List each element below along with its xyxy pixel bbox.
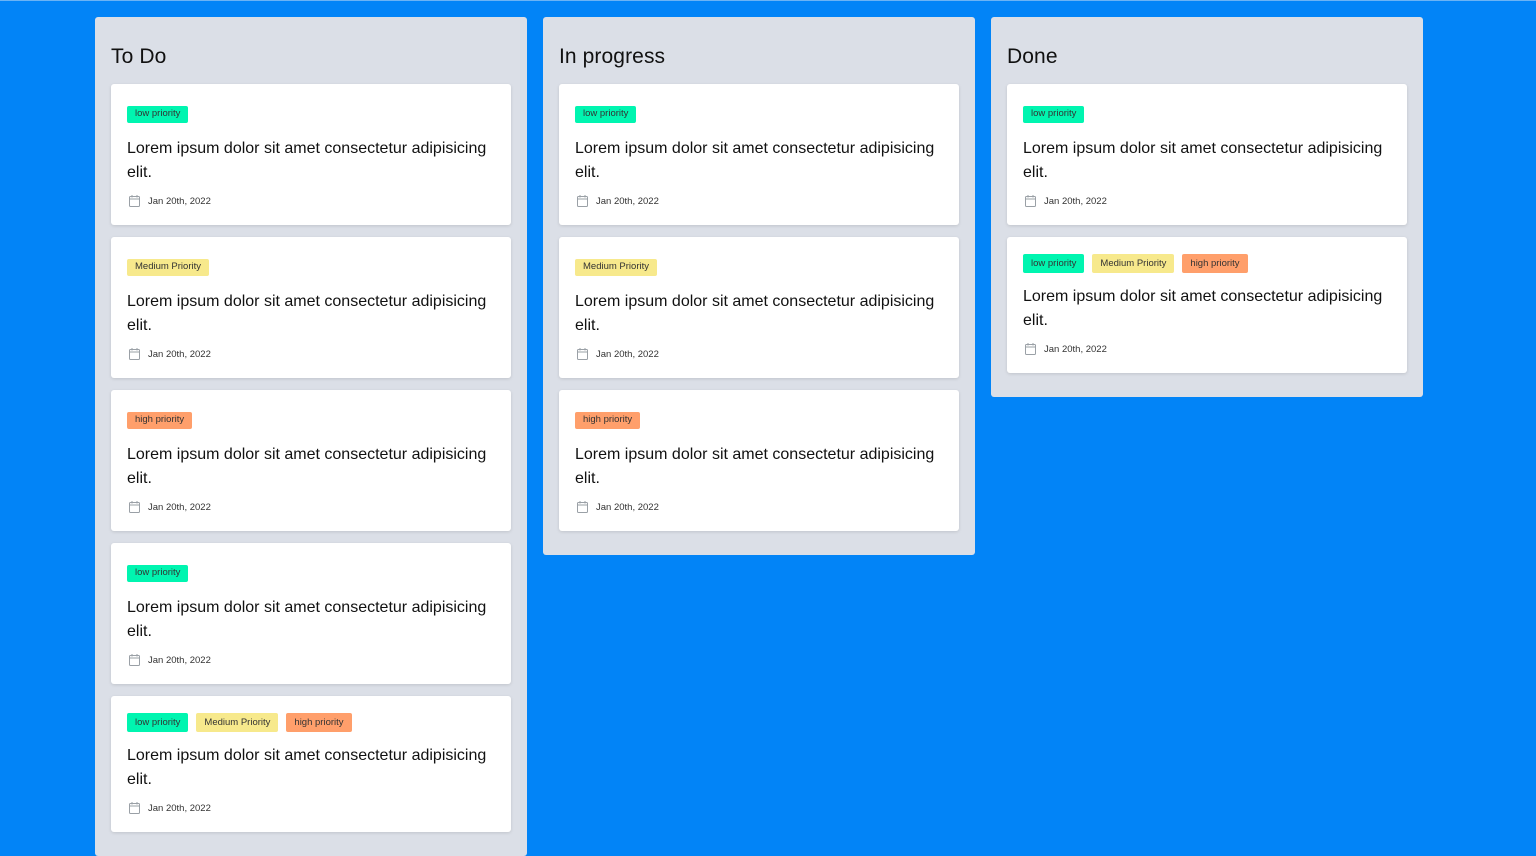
calendar-icon [129,195,140,207]
tag-list: high priority [127,412,495,429]
card-date: Jan 20th, 2022 [1023,341,1391,357]
tag-list: low priority [1023,106,1391,123]
date-label: Jan 20th, 2022 [596,501,659,513]
date-label: Jan 20th, 2022 [596,348,659,360]
priority-tag-high: high priority [575,412,641,429]
date-label: Jan 20th, 2022 [596,195,659,207]
card-date: Jan 20th, 2022 [575,499,943,515]
task-card[interactable]: high priority Lorem ipsum dolor sit amet… [111,390,511,531]
date-label: Jan 20th, 2022 [1044,343,1107,355]
card-text: Lorem ipsum dolor sit amet consectetur a… [127,140,487,181]
calendar-icon [1025,195,1036,207]
priority-tag-high: high priority [1182,254,1248,273]
calendar-icon [577,195,588,207]
task-card[interactable]: low priority Medium Priority high priori… [1007,237,1407,373]
card-date: Jan 20th, 2022 [127,652,495,668]
column-in-progress: In progress low priority Lorem ipsum dol… [543,17,975,555]
card-text: Lorem ipsum dolor sit amet consectetur a… [127,747,487,788]
top-border [0,0,1536,1]
priority-tag-low: low priority [1023,106,1085,123]
tag-list: low priority [127,106,495,123]
card-date: Jan 20th, 2022 [1023,193,1391,209]
date-label: Jan 20th, 2022 [148,501,211,513]
card-text: Lorem ipsum dolor sit amet consectetur a… [575,293,935,334]
task-card[interactable]: high priority Lorem ipsum dolor sit amet… [559,390,959,531]
task-card[interactable]: Medium Priority Lorem ipsum dolor sit am… [559,237,959,378]
date-label: Jan 20th, 2022 [148,802,211,814]
priority-tag-high: high priority [286,713,352,732]
date-label: Jan 20th, 2022 [148,654,211,666]
card-text: Lorem ipsum dolor sit amet consectetur a… [127,599,487,640]
priority-tag-medium: Medium Priority [196,713,279,732]
card-date: Jan 20th, 2022 [575,193,943,209]
calendar-icon [129,501,140,513]
card-text: Lorem ipsum dolor sit amet consectetur a… [1023,140,1383,181]
priority-tag-low: low priority [127,713,189,732]
card-date: Jan 20th, 2022 [127,346,495,362]
column-todo: To Do low priority Lorem ipsum dolor sit… [95,17,527,856]
column-title: In progress [559,45,666,68]
calendar-icon [129,348,140,360]
date-label: Jan 20th, 2022 [148,195,211,207]
priority-tag-low: low priority [575,106,637,123]
card-date: Jan 20th, 2022 [127,499,495,515]
column-title: Done [1007,45,1058,68]
task-card[interactable]: low priority Medium Priority high priori… [111,696,511,832]
calendar-icon [129,802,140,814]
tag-list: high priority [575,412,943,429]
task-card[interactable]: low priority Lorem ipsum dolor sit amet … [111,543,511,684]
task-card[interactable]: low priority Lorem ipsum dolor sit amet … [111,84,511,225]
date-label: Jan 20th, 2022 [148,348,211,360]
calendar-icon [577,501,588,513]
calendar-icon [129,654,140,666]
calendar-icon [1025,343,1036,355]
calendar-icon [577,348,588,360]
tag-list: Medium Priority [127,259,495,276]
task-card[interactable]: Medium Priority Lorem ipsum dolor sit am… [111,237,511,378]
tag-list: low priority Medium Priority high priori… [127,713,495,732]
date-label: Jan 20th, 2022 [1044,195,1107,207]
card-text: Lorem ipsum dolor sit amet consectetur a… [575,446,935,487]
card-list: low priority Lorem ipsum dolor sit amet … [559,84,959,531]
card-date: Jan 20th, 2022 [127,800,495,816]
tag-list: low priority Medium Priority high priori… [1023,254,1391,273]
tag-list: low priority [127,565,495,582]
tag-list: Medium Priority [575,259,943,276]
column-done: Done low priority Lorem ipsum dolor sit … [991,17,1423,397]
priority-tag-high: high priority [127,412,193,429]
kanban-board: To Do low priority Lorem ipsum dolor sit… [95,17,1423,856]
priority-tag-low: low priority [127,106,189,123]
card-list: low priority Lorem ipsum dolor sit amet … [1007,84,1407,373]
task-card[interactable]: low priority Lorem ipsum dolor sit amet … [1007,84,1407,225]
priority-tag-low: low priority [127,565,189,582]
card-text: Lorem ipsum dolor sit amet consectetur a… [127,293,487,334]
card-list: low priority Lorem ipsum dolor sit amet … [111,84,511,832]
priority-tag-low: low priority [1023,254,1085,273]
card-text: Lorem ipsum dolor sit amet consectetur a… [1023,288,1383,329]
priority-tag-medium: Medium Priority [575,259,657,276]
column-title: To Do [111,45,167,68]
card-text: Lorem ipsum dolor sit amet consectetur a… [575,140,935,181]
card-date: Jan 20th, 2022 [575,346,943,362]
priority-tag-medium: Medium Priority [127,259,209,276]
card-date: Jan 20th, 2022 [127,193,495,209]
card-text: Lorem ipsum dolor sit amet consectetur a… [127,446,487,487]
tag-list: low priority [575,106,943,123]
task-card[interactable]: low priority Lorem ipsum dolor sit amet … [559,84,959,225]
priority-tag-medium: Medium Priority [1092,254,1175,273]
